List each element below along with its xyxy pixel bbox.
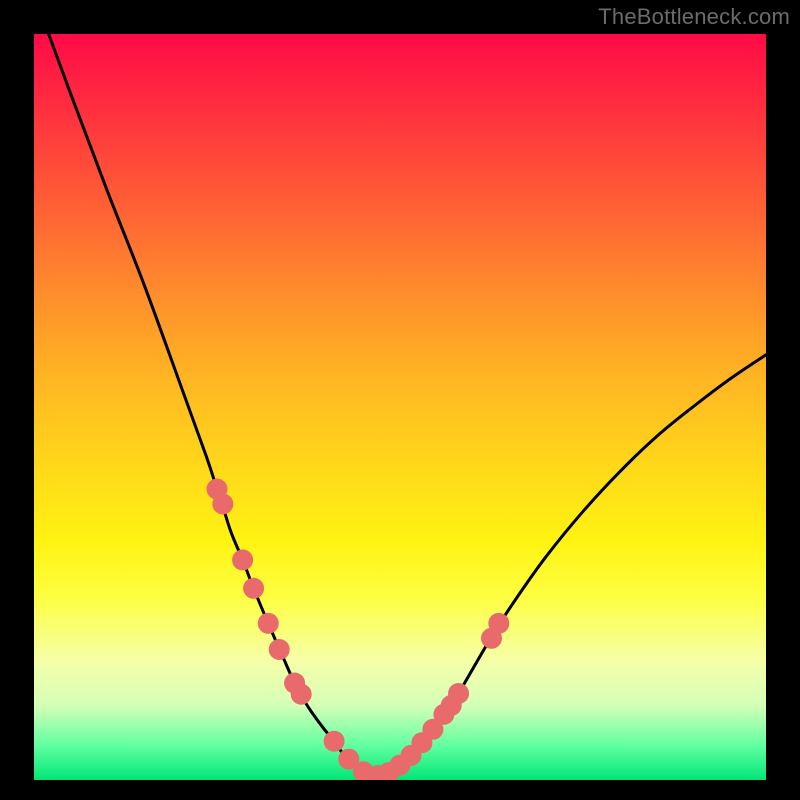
chart-svg [34, 34, 766, 780]
highlight-dot [448, 683, 469, 704]
highlight-dot [212, 493, 233, 514]
watermark-text: TheBottleneck.com [598, 4, 790, 30]
chart-frame: TheBottleneck.com [0, 0, 800, 800]
highlight-dot [258, 613, 279, 634]
highlight-dot [324, 731, 345, 752]
series-left-curve [49, 34, 375, 777]
highlight-dot [291, 684, 312, 705]
plot-area [34, 34, 766, 780]
highlight-dot [269, 639, 290, 660]
series-right-curve [374, 355, 766, 777]
highlight-dot [232, 549, 253, 570]
highlight-dot [243, 578, 264, 599]
dot-layer [207, 479, 510, 780]
highlight-dot [488, 613, 509, 634]
curve-layer [49, 34, 766, 777]
